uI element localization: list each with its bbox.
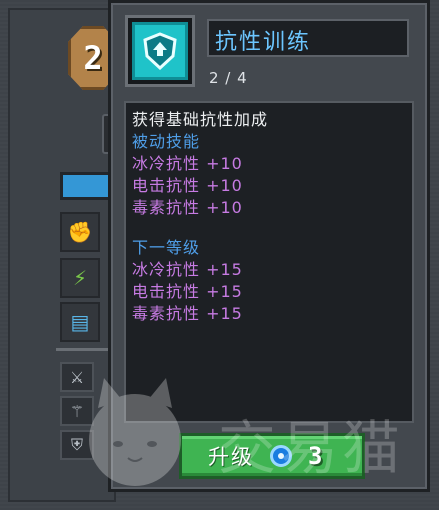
effect-lightning: 电击抗性 +10 <box>132 176 243 195</box>
passive-header: 被动技能 <box>132 132 201 151</box>
next-effect-poison: 毒素抗性 +15 <box>132 304 243 323</box>
upgrade-cost: 3 <box>308 442 323 470</box>
effect-cold: 冰冷抗性 +10 <box>132 154 243 173</box>
skill-tooltip: 抗性训练 2 / 4 获得基础抗性加成 被动技能 冰冷抗性 +10 电击抗性 +… <box>108 0 430 492</box>
skill-title: 抗性训练 <box>215 30 312 55</box>
leaf-icon[interactable]: ⚡ <box>60 258 100 298</box>
gem-icon <box>270 445 292 467</box>
description-text: 获得基础抗性加成 <box>132 110 269 129</box>
upgrade-label: 升级 <box>208 445 254 469</box>
book-icon[interactable]: ▤ <box>60 302 100 342</box>
skill-description: 获得基础抗性加成 被动技能 冰冷抗性 +10 电击抗性 +10 毒素抗性 +10… <box>124 101 414 423</box>
upgrade-button[interactable]: 升级 3 <box>179 433 365 479</box>
sword-icon[interactable]: ⚔ <box>60 362 94 392</box>
wand-icon[interactable]: ⚚ <box>60 396 94 426</box>
skill-title-box: 抗性训练 <box>207 19 409 57</box>
skill-icon-frame <box>125 15 195 87</box>
next-level-header: 下一等级 <box>132 238 201 257</box>
skill-progress: 2 / 4 <box>209 69 248 87</box>
next-effect-lightning: 电击抗性 +15 <box>132 282 243 301</box>
shield-icon[interactable]: ⛨ <box>60 430 94 460</box>
next-effect-cold: 冰冷抗性 +15 <box>132 260 243 279</box>
fist-icon[interactable]: ✊ <box>60 212 100 252</box>
level-number: 2 <box>83 39 103 77</box>
effect-poison: 毒素抗性 +10 <box>132 198 243 217</box>
shield-icon <box>132 22 188 80</box>
